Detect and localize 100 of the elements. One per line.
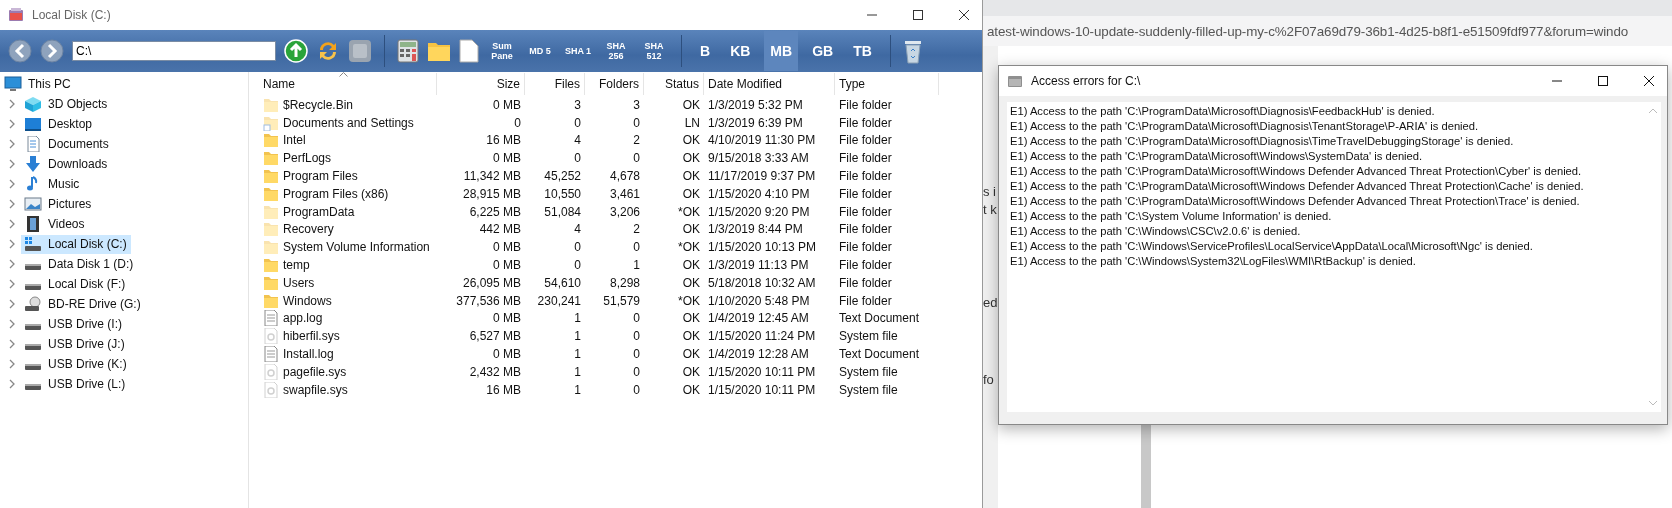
maximize-icon[interactable] xyxy=(1597,75,1609,87)
chevron-icon[interactable] xyxy=(8,159,16,169)
file-name[interactable]: temp xyxy=(283,258,310,273)
hash-button[interactable]: Sum Pane xyxy=(487,41,517,61)
file-name[interactable]: Program Files (x86) xyxy=(283,186,389,201)
file-name[interactable]: swapfile.sys xyxy=(283,382,348,397)
column-header[interactable]: Files xyxy=(525,73,585,95)
file-name[interactable]: Install.log xyxy=(283,347,334,362)
chevron-icon[interactable] xyxy=(8,119,16,129)
app-icon xyxy=(1007,74,1023,88)
file-icon[interactable] xyxy=(459,39,479,63)
table-cell-text: OK xyxy=(681,97,701,112)
address-field[interactable]: C:\ xyxy=(72,41,276,61)
back-icon[interactable] xyxy=(8,39,32,63)
error-log-field[interactable]: E1) Access to the path 'C:\ProgramData\Microsoft\Diagnosis\FeedbackHub' is denied. E1) Access to the path 'C:\ProgramData\Microsoft\Diagnosis\TenantStorage\P-ARIA' is denied. E1) Access to the path 'C:\ProgramData\Microsoft\Diagnosis\TimeTravelDebuggingStorage' is denied. E1) Access to the path 'C:\ProgramData\Microsoft\Windows\SystemData' is denied. E1) Access to the path 'C:\ProgramData\Microsoft\Windows Defender Advanced Threat Protection\Cyber' is denied. E1) Access to the path 'C:\ProgramData\Microsoft\Windows Defender Advanced Threat Protection\Cache' is denied. E1) Access to the path 'C:\ProgramData\Microsoft\Windows Defender Advanced Threat Protection\Trace' is denied. E1) Access to the path 'C:\System Volume Information' is denied. E1) Access to the path 'C:\Windows\CSC\v2.0.6' is denied. E1) Access to the path 'C:\Windows\ServiceProfiles\LocalService\AppData\Local\Microsoft\Ngc' is denied. E1) Access to the path 'C:\Windows\System32\LogFiles\WMI\RtBackup' is denied. xyxy=(1007,102,1645,412)
tree-item[interactable]: Data Disk 1 (D:) xyxy=(21,254,138,274)
chevron-icon[interactable] xyxy=(8,259,16,269)
column-header[interactable]: Type xyxy=(835,73,939,95)
file-name[interactable]: Program Files xyxy=(283,169,358,184)
file-name[interactable]: $Recycle.Bin xyxy=(283,97,354,112)
tree-item[interactable]: Videos xyxy=(21,214,89,234)
chevron-icon[interactable] xyxy=(8,279,16,289)
download-icon xyxy=(24,156,42,172)
table-cell-text: 4 xyxy=(573,133,582,148)
table-cell-text: 0 xyxy=(632,240,641,255)
tree-item[interactable]: Downloads xyxy=(21,154,112,174)
chevron-icon[interactable] xyxy=(8,319,16,329)
maximize-icon[interactable] xyxy=(912,9,924,21)
tree-item[interactable]: Local Disk (C:) xyxy=(21,234,131,254)
table-cell-text: OK xyxy=(681,133,701,148)
stop-icon[interactable] xyxy=(348,39,372,63)
tree-item[interactable]: USB Drive (K:) xyxy=(21,354,131,374)
scroll-up-icon[interactable] xyxy=(1648,108,1658,114)
column-header[interactable]: Folders xyxy=(585,73,644,95)
column-header[interactable]: Size xyxy=(437,73,525,95)
chevron-icon[interactable] xyxy=(8,299,16,309)
forward-icon[interactable] xyxy=(40,39,64,63)
column-header[interactable]: Date Modified xyxy=(704,73,835,95)
unit-button[interactable]: MB xyxy=(764,31,799,71)
table-cell-text: OK xyxy=(681,329,701,344)
file-name[interactable]: Intel xyxy=(283,133,306,148)
chevron-icon[interactable] xyxy=(8,199,16,209)
file-name[interactable]: Users xyxy=(283,275,315,290)
tree-item[interactable]: Documents xyxy=(21,134,113,154)
tree-item[interactable]: Pictures xyxy=(21,194,96,214)
column-header[interactable]: Name xyxy=(259,73,437,95)
file-name[interactable]: ProgramData xyxy=(283,204,355,219)
unit-button[interactable]: GB xyxy=(806,31,840,71)
unit-button[interactable]: KB xyxy=(724,31,757,71)
calculator-icon[interactable] xyxy=(397,39,419,63)
file-name[interactable]: Documents and Settings xyxy=(283,115,414,130)
table-cell-text: 1 xyxy=(573,364,582,379)
table-cell-text: *OK xyxy=(677,293,701,308)
hash-button[interactable]: SHA 1 xyxy=(563,46,593,56)
hash-button[interactable]: MD 5 xyxy=(525,46,555,56)
tree-item[interactable]: Music xyxy=(21,174,84,194)
scrollbar[interactable] xyxy=(1141,424,1151,508)
chevron-icon[interactable] xyxy=(8,219,16,229)
table-cell-text: 1/15/2020 10:13 PM xyxy=(707,240,818,255)
column-header[interactable]: Status xyxy=(644,73,704,95)
recycle-bin-icon[interactable] xyxy=(902,38,923,64)
chevron-icon[interactable] xyxy=(8,139,16,149)
tree-item[interactable]: Local Disk (F:) xyxy=(21,274,130,294)
hash-button[interactable]: SHA 256 xyxy=(601,41,631,61)
tree-item[interactable]: 3D Objects xyxy=(21,94,112,114)
tree-item[interactable]: USB Drive (J:) xyxy=(21,334,129,354)
chevron-icon[interactable] xyxy=(8,99,16,109)
tree-item[interactable]: USB Drive (L:) xyxy=(21,374,130,394)
file-name[interactable]: Windows xyxy=(283,293,332,308)
up-icon[interactable] xyxy=(284,39,308,63)
table-cell-text: 8,298 xyxy=(608,275,641,290)
table-cell-text: 6,527 MB xyxy=(468,329,522,344)
file-name[interactable]: System Volume Information xyxy=(283,240,430,255)
drive-icon xyxy=(24,263,42,271)
file-name[interactable]: pagefile.sys xyxy=(283,364,347,379)
tree-item[interactable]: BD-RE Drive (G:) xyxy=(21,294,145,314)
file-name[interactable]: app.log xyxy=(283,311,323,326)
file-name[interactable]: hiberfil.sys xyxy=(283,329,340,344)
chevron-icon[interactable] xyxy=(8,239,16,249)
unit-button[interactable]: B xyxy=(694,31,717,71)
scroll-down-icon[interactable] xyxy=(1648,400,1658,406)
chevron-icon[interactable] xyxy=(8,359,16,369)
chevron-icon[interactable] xyxy=(8,339,16,349)
close-icon[interactable] xyxy=(958,9,970,21)
table-cell-text: 0 xyxy=(573,115,582,130)
tree-item[interactable]: Desktop xyxy=(21,114,97,134)
table-cell-text: 1/3/2019 6:39 PM xyxy=(707,115,804,130)
hash-button[interactable]: SHA 512 xyxy=(639,41,669,61)
unit-button[interactable]: TB xyxy=(847,31,878,71)
chevron-icon[interactable] xyxy=(8,179,16,189)
chevron-icon[interactable] xyxy=(8,379,16,389)
tree-item[interactable]: This PC xyxy=(28,77,71,91)
table-cell-text: 0 xyxy=(513,115,522,130)
close-icon[interactable] xyxy=(1643,75,1655,87)
file-name[interactable]: Recovery xyxy=(283,222,334,237)
table-cell-text: 1 xyxy=(573,347,582,362)
tree-item[interactable]: USB Drive (I:) xyxy=(21,314,126,334)
table-cell-text: 1/15/2020 11:24 PM xyxy=(707,329,817,344)
file-name[interactable]: PerfLogs xyxy=(283,151,332,166)
folder-icon[interactable] xyxy=(427,40,451,62)
